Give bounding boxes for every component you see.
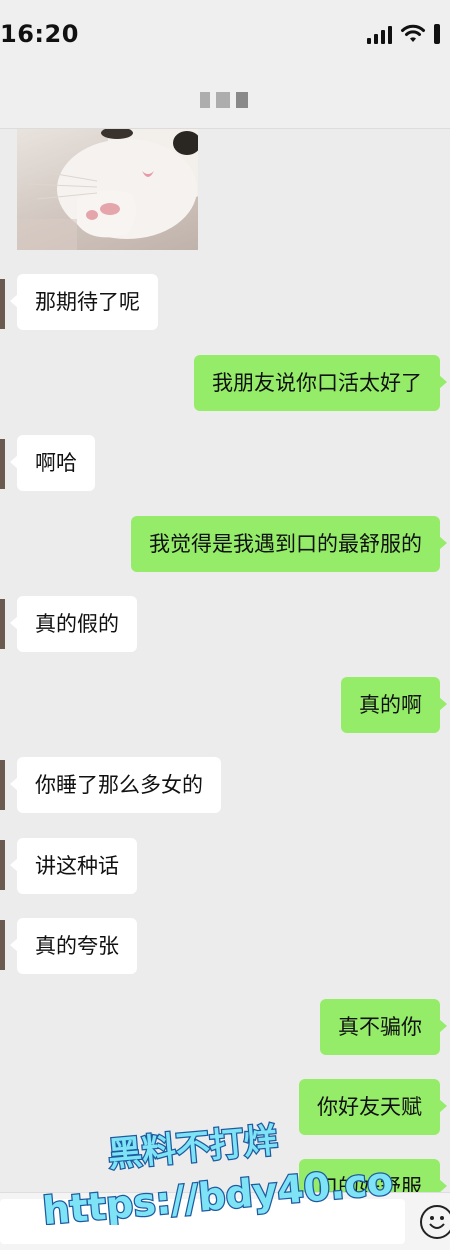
message-bubble-received[interactable]: 啊哈 xyxy=(10,435,95,491)
chat-area[interactable]: 那期待了呢 我朋友说你口活太好了 啊哈 我觉得是我遇到口的最舒服的 真的假的 真… xyxy=(0,129,450,1192)
avatar[interactable] xyxy=(0,439,5,489)
avatar[interactable] xyxy=(0,760,5,810)
message-bubble-sent[interactable]: 我觉得是我遇到口的最舒服的 xyxy=(131,516,447,572)
message-bubble-received[interactable]: 那期待了呢 xyxy=(10,274,158,330)
message-bubble-sent[interactable]: 你好友天赋 xyxy=(299,1079,447,1135)
status-bar: 16:20 xyxy=(0,0,450,72)
message-bubble-received[interactable]: 你睡了那么多女的 xyxy=(10,757,221,813)
input-bar xyxy=(0,1192,450,1250)
message-bubble-received[interactable]: 真的假的 xyxy=(10,596,137,652)
avatar[interactable] xyxy=(0,920,5,970)
avatar[interactable] xyxy=(0,599,5,649)
message-bubble-sent[interactable]: 我朋友说你口活太好了 xyxy=(194,355,447,411)
message-bubble-sent[interactable]: 口的好舒服 xyxy=(299,1159,447,1192)
message-input[interactable] xyxy=(0,1199,405,1244)
chat-title-pixelated xyxy=(200,92,248,108)
battery-icon xyxy=(434,24,440,44)
avatar[interactable] xyxy=(0,840,5,890)
cat-sticker-image xyxy=(17,129,198,250)
status-icons xyxy=(367,24,440,44)
message-bubble-sent[interactable]: 真不骗你 xyxy=(320,999,447,1055)
avatar[interactable] xyxy=(0,279,5,329)
message-bubble-received[interactable]: 讲这种话 xyxy=(10,838,137,894)
signal-icon xyxy=(367,24,392,44)
emoji-face xyxy=(429,1216,445,1229)
emoji-icon[interactable] xyxy=(420,1205,450,1239)
chat-header xyxy=(0,72,450,129)
wifi-icon xyxy=(401,24,425,42)
status-time: 16:20 xyxy=(0,20,79,48)
message-bubble-received[interactable]: 真的夸张 xyxy=(10,918,137,974)
cat-sticker[interactable] xyxy=(17,129,198,250)
message-bubble-sent[interactable]: 真的啊 xyxy=(341,677,447,733)
